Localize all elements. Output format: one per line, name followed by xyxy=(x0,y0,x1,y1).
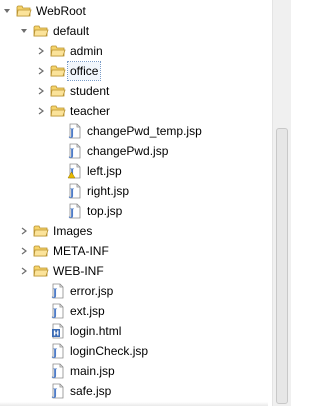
jsp-file-icon: J xyxy=(50,303,66,319)
tree-item-ext-jsp[interactable]: Jext.jsp xyxy=(0,301,268,321)
tree-item-label: student xyxy=(70,84,110,98)
jsp-file-icon: J xyxy=(67,183,83,199)
tree-item-label: right.jsp xyxy=(87,184,130,198)
tree-item-label: main.jsp xyxy=(70,364,115,378)
svg-text:J: J xyxy=(69,188,75,199)
tree-item-label: default xyxy=(53,24,90,38)
tree-item-label: WEB-INF xyxy=(53,264,104,278)
collapsed-arrow-icon[interactable] xyxy=(36,41,46,61)
collapsed-arrow-icon[interactable] xyxy=(19,261,29,281)
tree-item-webroot[interactable]: WebRoot xyxy=(0,1,268,21)
jsp-file-warning-icon: J xyxy=(67,163,83,179)
vertical-scrollbar[interactable] xyxy=(272,0,291,406)
svg-text:H: H xyxy=(53,330,59,338)
svg-text:J: J xyxy=(52,348,58,359)
svg-text:J: J xyxy=(69,148,75,159)
tree-item-web-inf[interactable]: WEB-INF xyxy=(0,261,268,281)
folder-icon xyxy=(50,103,66,119)
tree-item-changepwd-jsp[interactable]: JchangePwd.jsp xyxy=(0,141,268,161)
jsp-file-icon: J xyxy=(50,363,66,379)
tree-item-label: safe.jsp xyxy=(70,384,112,398)
tree-item-main-jsp[interactable]: Jmain.jsp xyxy=(0,361,268,381)
collapsed-arrow-icon[interactable] xyxy=(19,221,29,241)
svg-text:J: J xyxy=(52,368,58,379)
expanded-arrow-icon[interactable] xyxy=(2,1,12,21)
tree-item-label: admin xyxy=(70,44,103,58)
tree-item-label: office xyxy=(66,61,102,81)
tree-item-label: login.html xyxy=(70,324,122,338)
tree-item-right-jsp[interactable]: Jright.jsp xyxy=(0,181,268,201)
tree-item-top-jsp[interactable]: Jtop.jsp xyxy=(0,201,268,221)
folder-icon xyxy=(50,43,66,59)
tree-item-label: META-INF xyxy=(53,244,109,258)
jsp-file-icon: J xyxy=(67,123,83,139)
jsp-file-icon: J xyxy=(50,383,66,399)
folder-icon xyxy=(33,23,49,39)
tree-item-label: WebRoot xyxy=(36,4,86,18)
tree-item-label: top.jsp xyxy=(87,204,123,218)
folder-icon xyxy=(50,83,66,99)
tree-item-left-jsp[interactable]: Jleft.jsp xyxy=(0,161,268,181)
tree-item-label: error.jsp xyxy=(70,284,114,298)
tree-item-label: changePwd.jsp xyxy=(87,144,169,158)
tree-item-label: teacher xyxy=(70,104,111,118)
collapsed-arrow-icon[interactable] xyxy=(36,61,46,81)
tree-item-label: ext.jsp xyxy=(70,304,105,318)
tree-item-office[interactable]: office xyxy=(0,61,268,81)
tree-item-logincheck-jsp[interactable]: JloginCheck.jsp xyxy=(0,341,268,361)
tree-item-label: changePwd_temp.jsp xyxy=(87,124,202,138)
svg-text:J: J xyxy=(52,388,58,399)
tree-item-meta-inf[interactable]: META-INF xyxy=(0,241,268,261)
folder-icon xyxy=(33,263,49,279)
folder-icon xyxy=(33,243,49,259)
tree-item-admin[interactable]: admin xyxy=(0,41,268,61)
tree-item-teacher[interactable]: teacher xyxy=(0,101,268,121)
tree-item-label: loginCheck.jsp xyxy=(70,344,149,358)
tree-item-student[interactable]: student xyxy=(0,81,268,101)
folder-icon xyxy=(33,223,49,239)
tree-item-safe-jsp[interactable]: Jsafe.jsp xyxy=(0,381,268,401)
tree-bottom-edge xyxy=(0,402,268,406)
tree-item-error-jsp[interactable]: Jerror.jsp xyxy=(0,281,268,301)
jsp-file-icon: J xyxy=(50,343,66,359)
jsp-file-icon: J xyxy=(67,203,83,219)
jsp-file-icon: J xyxy=(67,143,83,159)
folder-icon xyxy=(50,63,66,79)
svg-text:J: J xyxy=(69,208,75,219)
expanded-arrow-icon[interactable] xyxy=(19,21,29,41)
svg-text:J: J xyxy=(69,128,75,139)
svg-text:J: J xyxy=(52,288,58,299)
collapsed-arrow-icon[interactable] xyxy=(19,241,29,261)
jsp-file-icon: J xyxy=(50,283,66,299)
tree-item-changepwd-temp-jsp[interactable]: JchangePwd_temp.jsp xyxy=(0,121,268,141)
project-explorer-tree: WebRoot default admin office student teacher J… xyxy=(0,0,268,406)
scrollbar-thumb[interactable] xyxy=(276,128,288,404)
tree-item-images[interactable]: Images xyxy=(0,221,268,241)
tree-item-label: left.jsp xyxy=(87,164,122,178)
svg-text:J: J xyxy=(52,308,58,319)
tree-item-default[interactable]: default xyxy=(0,21,268,41)
collapsed-arrow-icon[interactable] xyxy=(36,101,46,121)
tree-item-label: Images xyxy=(53,224,93,238)
folder-icon xyxy=(16,3,32,19)
html-file-icon: H xyxy=(50,323,66,339)
tree-item-login-html[interactable]: Hlogin.html xyxy=(0,321,268,341)
collapsed-arrow-icon[interactable] xyxy=(36,81,46,101)
